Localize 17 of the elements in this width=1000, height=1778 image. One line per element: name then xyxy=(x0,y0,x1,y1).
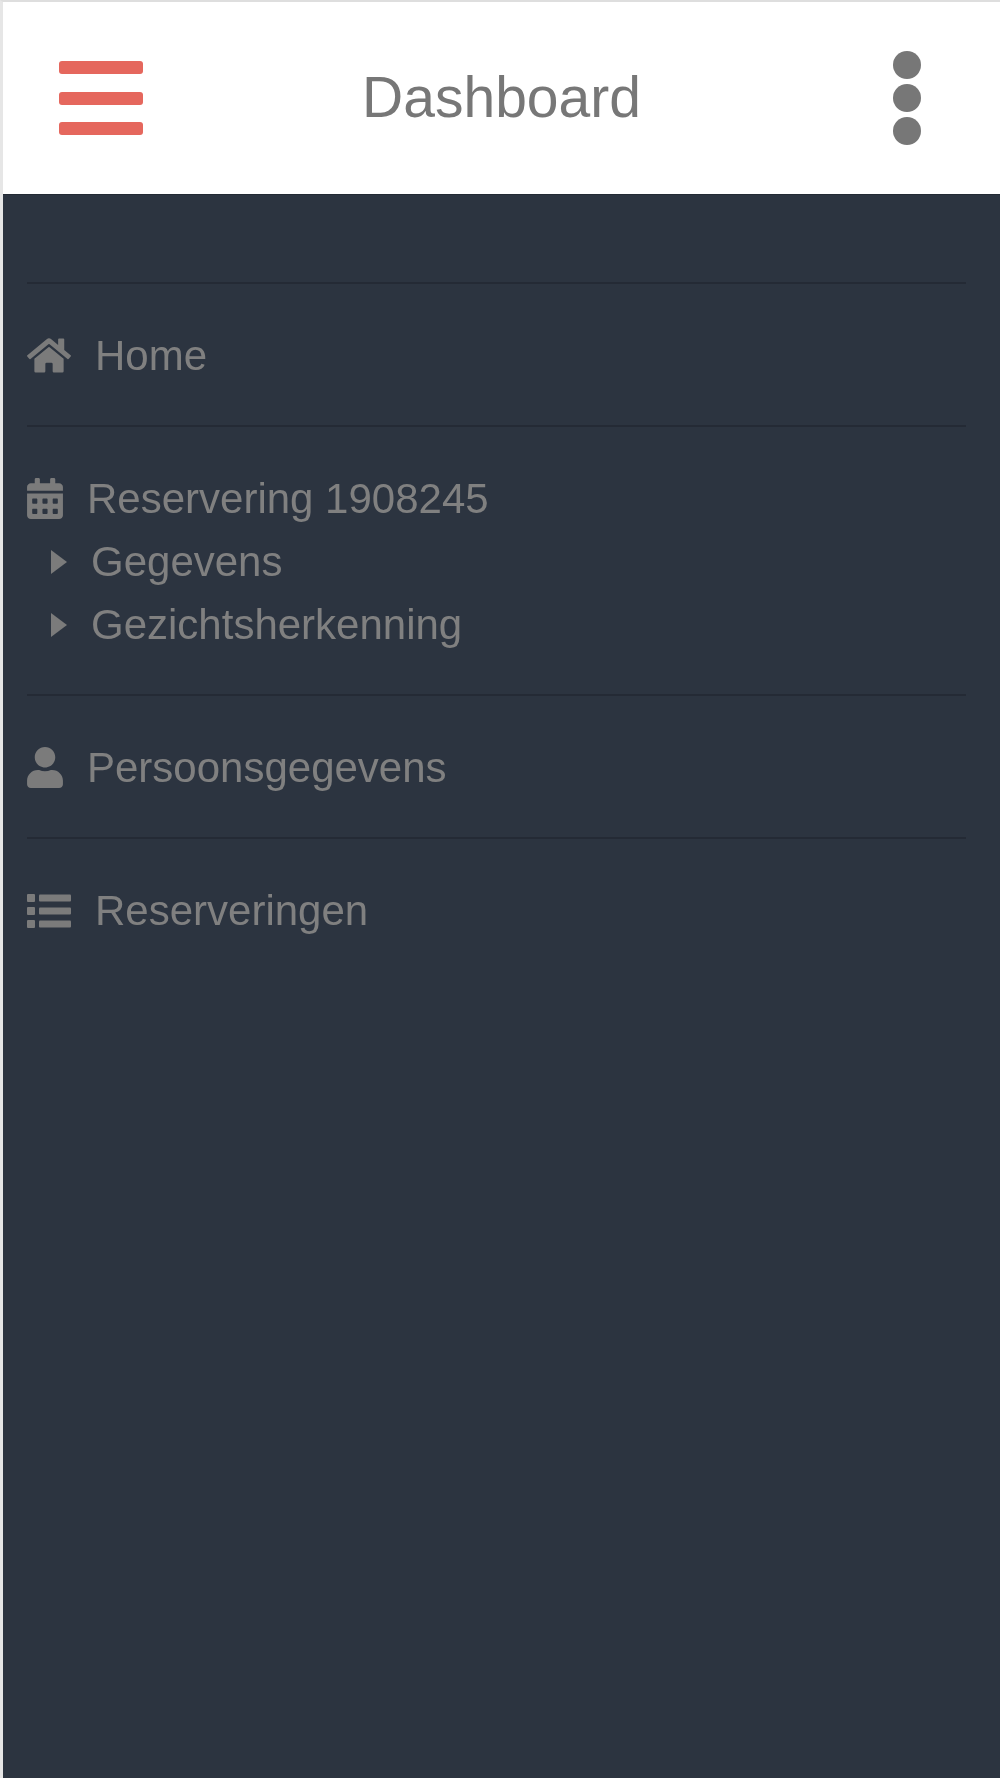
caret-icon xyxy=(51,549,67,574)
home-icon xyxy=(27,336,71,375)
more-options-button[interactable] xyxy=(893,51,921,145)
sidebar-sublink[interactable]: Gegevens xyxy=(51,530,283,593)
sidebar-link[interactable]: Reservering 1908245 xyxy=(27,467,489,530)
sidebar-link[interactable]: Home xyxy=(27,324,208,387)
sidebar-link[interactable]: Reserveringen xyxy=(27,879,369,942)
page-title: Dashboard xyxy=(362,65,641,131)
caret-icon xyxy=(51,612,67,637)
calendar-icon xyxy=(27,478,63,519)
sidebar-sublink[interactable]: Gezichtsherkenning xyxy=(51,593,463,656)
user-icon xyxy=(27,747,63,788)
sidebar-link[interactable]: Persoonsgegevens xyxy=(27,736,447,799)
dots-icon xyxy=(893,51,921,145)
menu-icon xyxy=(59,61,143,135)
list-icon xyxy=(27,893,71,928)
menu-button[interactable] xyxy=(59,61,143,135)
